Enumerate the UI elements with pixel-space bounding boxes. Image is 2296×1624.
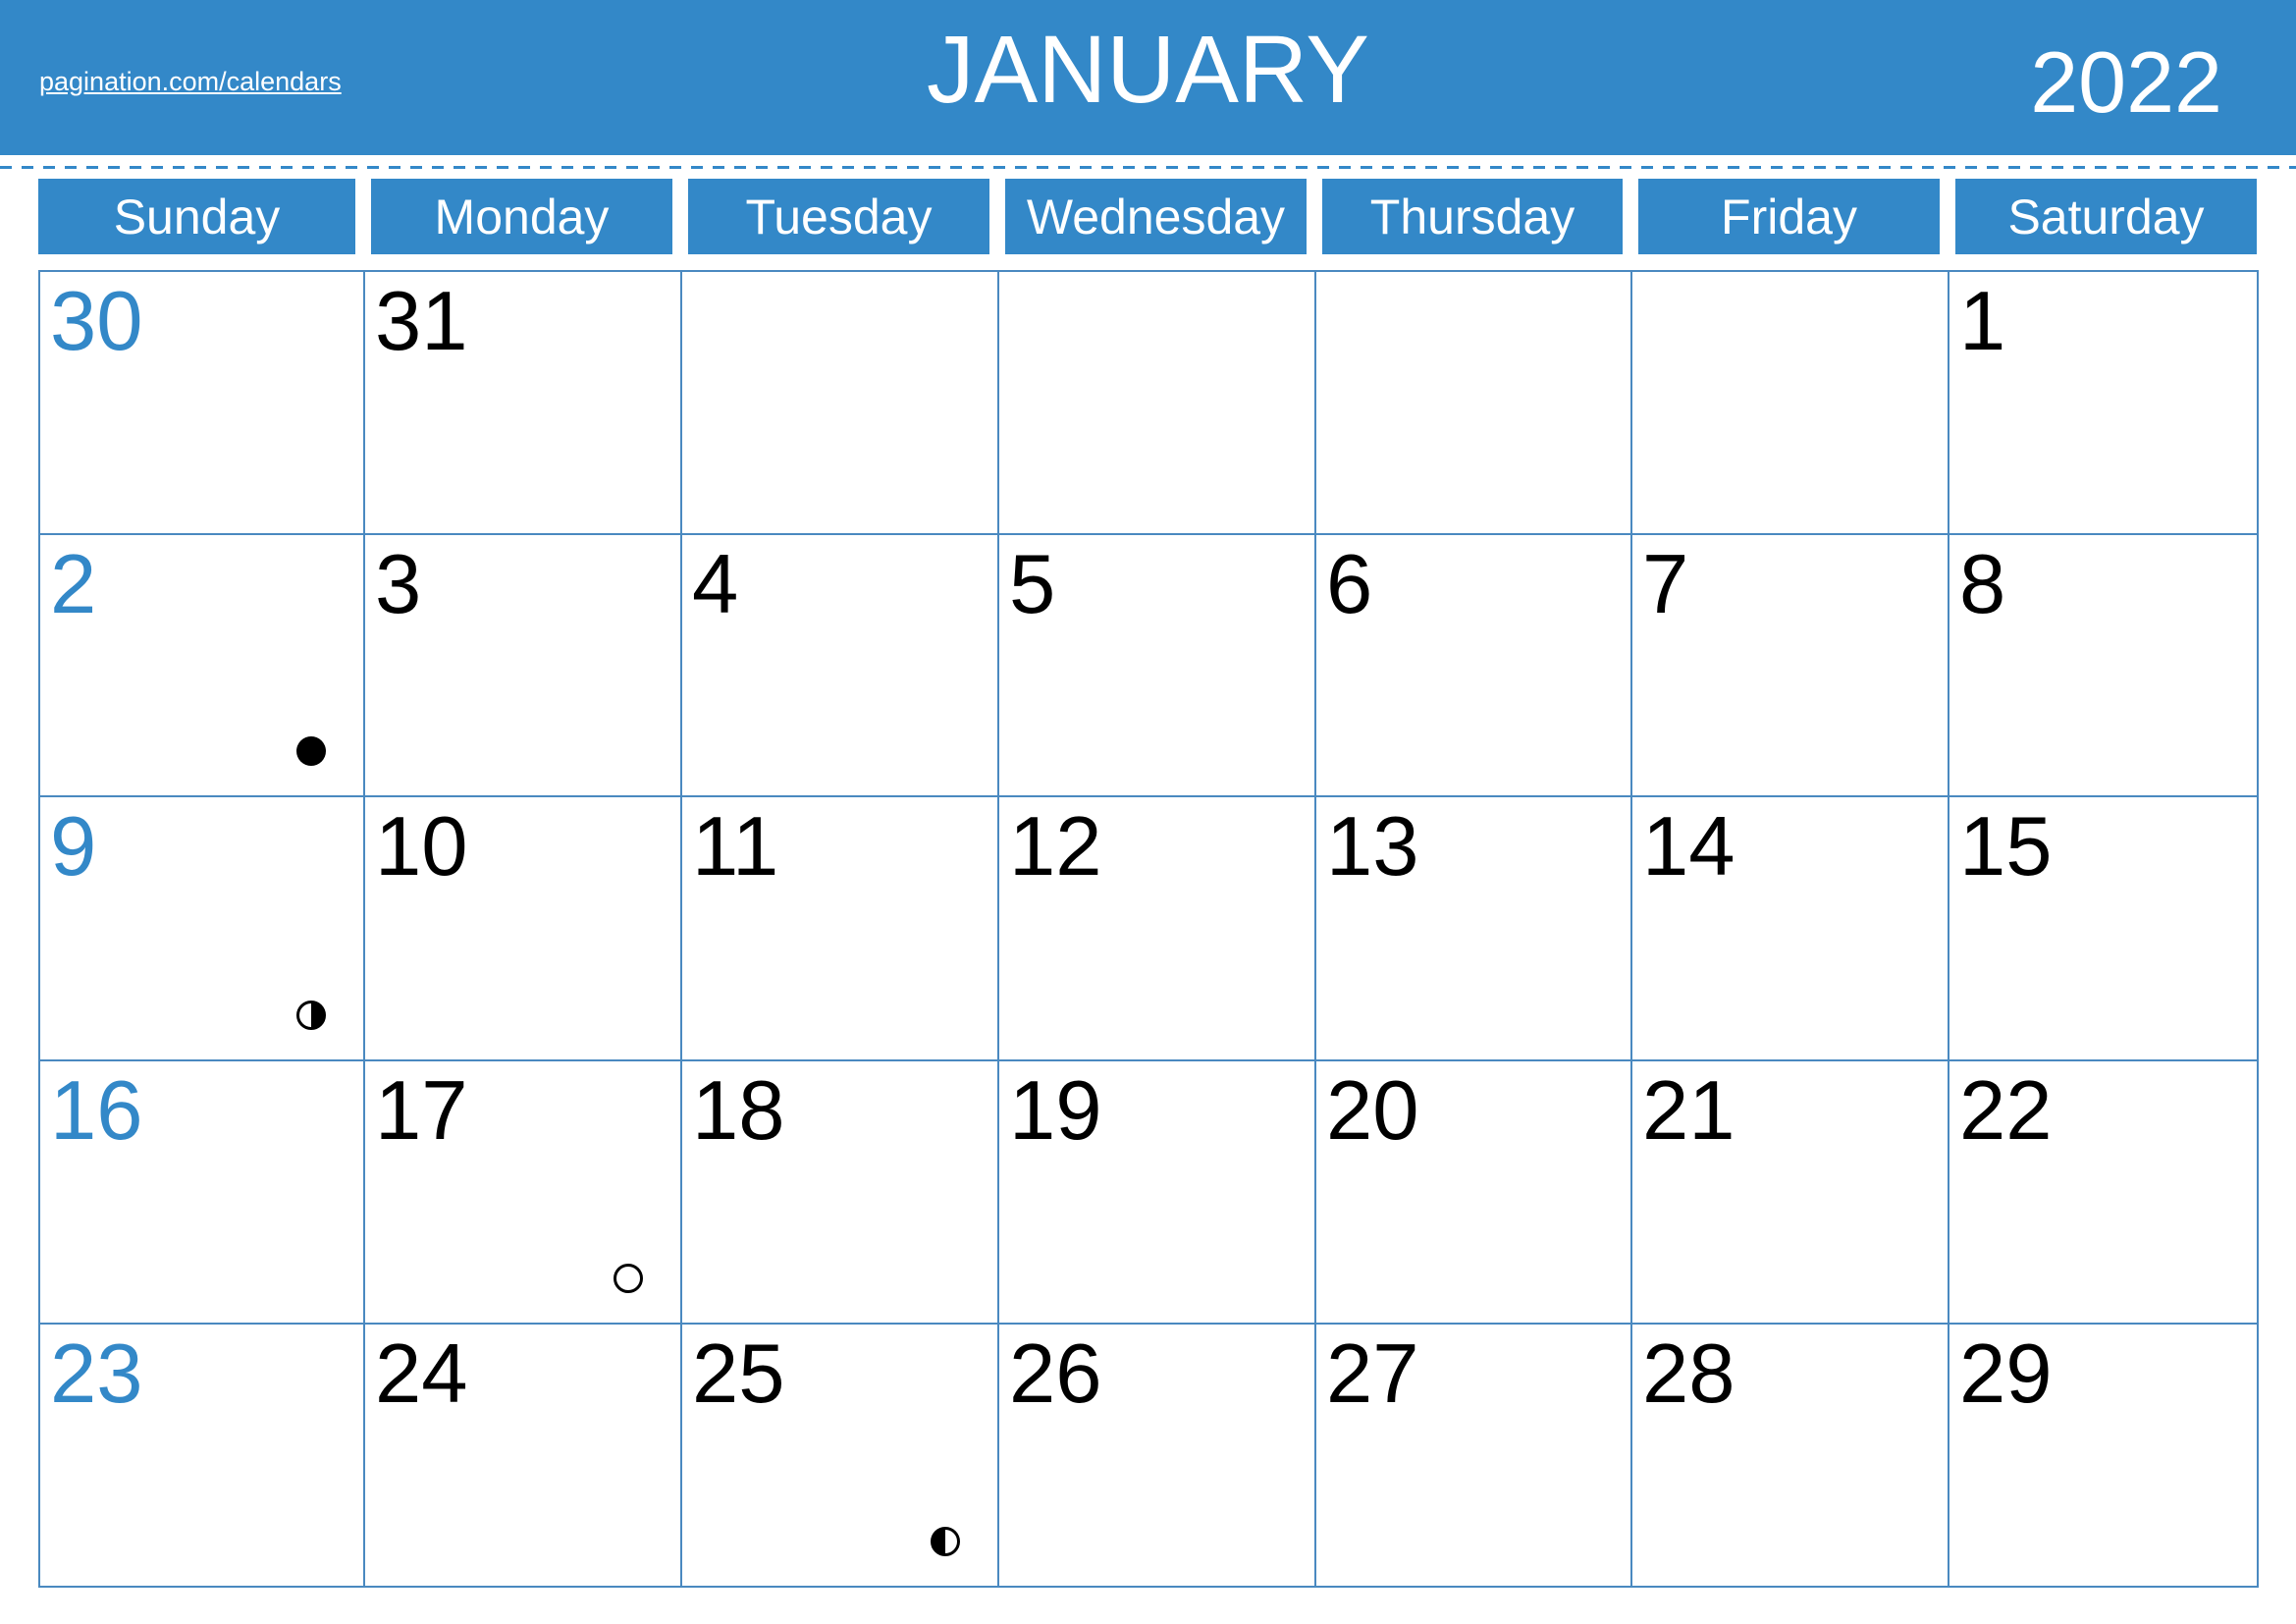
day-number: 27 bbox=[1326, 1327, 1419, 1421]
day-number: 26 bbox=[1009, 1327, 1102, 1421]
day-number: 7 bbox=[1642, 538, 1689, 631]
day-number: 25 bbox=[692, 1327, 785, 1421]
day-cell[interactable]: 23 bbox=[38, 1323, 365, 1588]
day-cell[interactable]: 17 bbox=[363, 1059, 682, 1325]
day-number: 9 bbox=[50, 800, 97, 893]
day-number: 30 bbox=[50, 275, 143, 368]
day-number: 19 bbox=[1009, 1064, 1102, 1158]
full-moon-icon bbox=[614, 1264, 643, 1293]
day-cell[interactable]: 18 bbox=[680, 1059, 999, 1325]
day-number: 5 bbox=[1009, 538, 1056, 631]
day-cell[interactable]: 24 bbox=[363, 1323, 682, 1588]
day-number: 11 bbox=[692, 800, 779, 893]
month-title: JANUARY bbox=[927, 16, 1369, 123]
day-number: 28 bbox=[1642, 1327, 1735, 1421]
day-number: 4 bbox=[692, 538, 739, 631]
first-quarter-icon bbox=[296, 1001, 326, 1030]
day-number: 1 bbox=[1959, 275, 2006, 368]
year-label: 2022 bbox=[2030, 33, 2222, 131]
day-cell[interactable]: 25 bbox=[680, 1323, 999, 1588]
day-number: 18 bbox=[692, 1064, 785, 1158]
day-number: 16 bbox=[50, 1064, 143, 1158]
day-cell[interactable]: 10 bbox=[363, 795, 682, 1061]
day-cell[interactable]: 31 bbox=[363, 270, 682, 535]
day-cell[interactable]: 16 bbox=[38, 1059, 365, 1325]
dashed-divider bbox=[0, 166, 2296, 169]
day-cell[interactable]: 22 bbox=[1948, 1059, 2259, 1325]
last-quarter-icon bbox=[931, 1527, 960, 1556]
day-cell[interactable]: 20 bbox=[1314, 1059, 1632, 1325]
day-cell[interactable]: 7 bbox=[1630, 533, 1949, 797]
day-cell[interactable]: 1 bbox=[1948, 270, 2259, 535]
day-cell[interactable]: 29 bbox=[1948, 1323, 2259, 1588]
day-number: 13 bbox=[1326, 800, 1419, 893]
day-number: 10 bbox=[375, 800, 468, 893]
day-cell[interactable]: 30 bbox=[38, 270, 365, 535]
day-number: 6 bbox=[1326, 538, 1373, 631]
day-number: 24 bbox=[375, 1327, 468, 1421]
day-cell[interactable]: 12 bbox=[997, 795, 1316, 1061]
new-moon-icon bbox=[296, 736, 326, 766]
day-number: 15 bbox=[1959, 800, 2053, 893]
day-cell[interactable]: 13 bbox=[1314, 795, 1632, 1061]
day-cell[interactable]: 3 bbox=[363, 533, 682, 797]
day-number: 22 bbox=[1959, 1064, 2053, 1158]
day-number: 14 bbox=[1642, 800, 1735, 893]
day-cell[interactable]: 4 bbox=[680, 533, 999, 797]
day-cell[interactable]: 21 bbox=[1630, 1059, 1949, 1325]
day-cell[interactable]: 6 bbox=[1314, 533, 1632, 797]
day-cell[interactable]: 27 bbox=[1314, 1323, 1632, 1588]
day-cell[interactable]: 15 bbox=[1948, 795, 2259, 1061]
day-cell[interactable]: 8 bbox=[1948, 533, 2259, 797]
weekday-header-row: Sunday Monday Tuesday Wednesday Thursday Frid… bbox=[38, 179, 2257, 254]
day-number: 2 bbox=[50, 538, 97, 631]
day-cell[interactable]: 9 bbox=[38, 795, 365, 1061]
day-cell[interactable] bbox=[997, 270, 1316, 535]
weekday-header-thursday: Thursday bbox=[1322, 179, 1623, 254]
day-number: 17 bbox=[375, 1064, 468, 1158]
day-cell[interactable]: 19 bbox=[997, 1059, 1316, 1325]
day-cell[interactable] bbox=[1314, 270, 1632, 535]
day-cell[interactable] bbox=[1630, 270, 1949, 535]
calendar-grid: 30 31 1 2 3 4 5 6 7 8 9 10 11 12 13 14 15 16 17 18 19 20 21 22 2… bbox=[38, 270, 2259, 1588]
day-cell[interactable]: 5 bbox=[997, 533, 1316, 797]
day-cell[interactable]: 2 bbox=[38, 533, 365, 797]
weekday-header-tuesday: Tuesday bbox=[688, 179, 989, 254]
day-cell[interactable] bbox=[680, 270, 999, 535]
day-cell[interactable]: 26 bbox=[997, 1323, 1316, 1588]
day-cell[interactable]: 28 bbox=[1630, 1323, 1949, 1588]
day-number: 23 bbox=[50, 1327, 143, 1421]
day-number: 20 bbox=[1326, 1064, 1419, 1158]
calendar-header: pagination.com/calendars JANUARY 2022 bbox=[0, 0, 2296, 155]
weekday-header-wednesday: Wednesday bbox=[1005, 179, 1307, 254]
day-cell[interactable]: 14 bbox=[1630, 795, 1949, 1061]
day-number: 3 bbox=[375, 538, 422, 631]
day-cell[interactable]: 11 bbox=[680, 795, 999, 1061]
day-number: 29 bbox=[1959, 1327, 2053, 1421]
weekday-header-monday: Monday bbox=[371, 179, 672, 254]
weekday-header-saturday: Saturday bbox=[1955, 179, 2257, 254]
day-number: 8 bbox=[1959, 538, 2006, 631]
day-number: 31 bbox=[375, 275, 468, 368]
weekday-header-friday: Friday bbox=[1638, 179, 1940, 254]
day-number: 21 bbox=[1642, 1064, 1735, 1158]
day-number: 12 bbox=[1009, 800, 1102, 893]
weekday-header-sunday: Sunday bbox=[38, 179, 355, 254]
